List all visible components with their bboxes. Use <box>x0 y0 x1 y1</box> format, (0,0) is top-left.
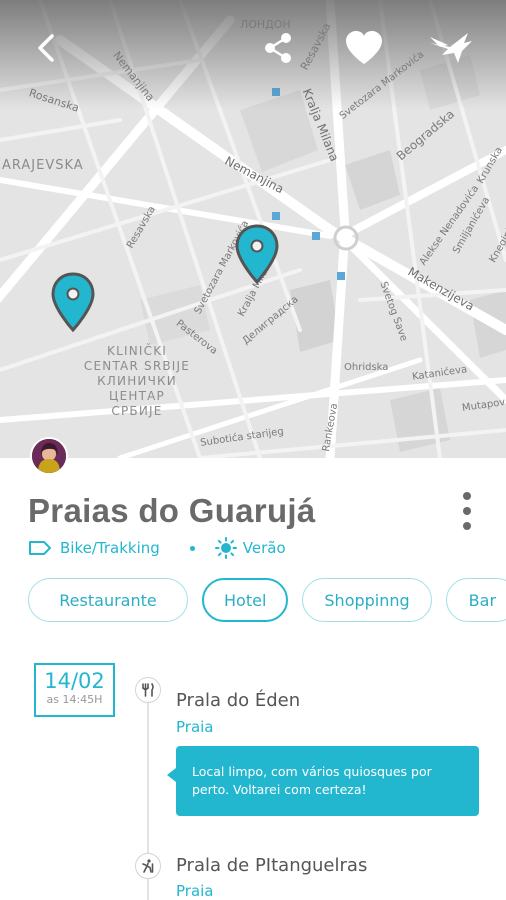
place-meta: Bike/Trakking Verão <box>28 537 286 559</box>
district-label: KLINIČKI CENTAR SRBIJE КЛИНИЧКИ ЦЕНТАР С… <box>83 344 191 418</box>
visit-date-day: 14/02 <box>44 669 105 693</box>
send-button[interactable] <box>428 28 474 68</box>
bird-icon <box>430 33 472 63</box>
map-pin-icon[interactable] <box>50 272 96 332</box>
dot-icon <box>463 492 471 500</box>
timeline-node <box>135 677 161 703</box>
entry-title[interactable]: Prala de PItanguelras <box>176 855 367 876</box>
street-label: Ohridska <box>344 362 389 373</box>
dot-icon <box>463 507 471 515</box>
chip-bar[interactable]: Bar <box>445 578 506 622</box>
sun-icon <box>214 537 237 559</box>
chip-shopping[interactable]: Shoppinng <box>302 578 432 622</box>
visit-date: 14/02 as 14:45H <box>34 663 115 717</box>
share-icon <box>265 33 291 63</box>
entry-title[interactable]: Prala do Éden <box>176 690 300 711</box>
page-title: Praias do Guarujá <box>28 492 316 529</box>
category-label: Bike/Trakking <box>60 539 160 557</box>
avatar[interactable] <box>30 437 68 475</box>
more-options-button[interactable] <box>455 490 479 532</box>
entry-note: Local limpo, com vários quiosques por pe… <box>167 746 479 816</box>
dot-icon <box>463 522 471 530</box>
user-photo-icon <box>32 439 66 473</box>
season-label: Verão <box>242 539 286 557</box>
share-button[interactable] <box>258 28 298 68</box>
favorite-button[interactable] <box>344 28 384 68</box>
map-view[interactable]: Nemanjina Resavska Svetozara Markovića Л… <box>0 0 506 458</box>
separator-dot <box>189 545 195 551</box>
entry-type: Praia <box>176 882 214 900</box>
hiking-icon <box>142 859 154 873</box>
entry-type: Praia <box>176 718 214 736</box>
heart-icon <box>346 31 382 64</box>
chip-restaurante[interactable]: Restaurante <box>28 578 188 622</box>
chip-hotel[interactable]: Hotel <box>202 578 289 622</box>
street-label: ARAJEVSKA <box>2 158 84 173</box>
tag-icon <box>29 541 51 555</box>
chevron-left-icon <box>38 34 54 62</box>
fork-knife-icon <box>142 683 154 697</box>
visit-date-time: as 14:45H <box>46 693 103 706</box>
filter-chips: Restaurante Hotel Shoppinng Bar <box>28 578 506 622</box>
map-pin-icon[interactable] <box>234 224 280 284</box>
timeline-node <box>135 853 161 879</box>
back-button[interactable] <box>26 28 66 68</box>
